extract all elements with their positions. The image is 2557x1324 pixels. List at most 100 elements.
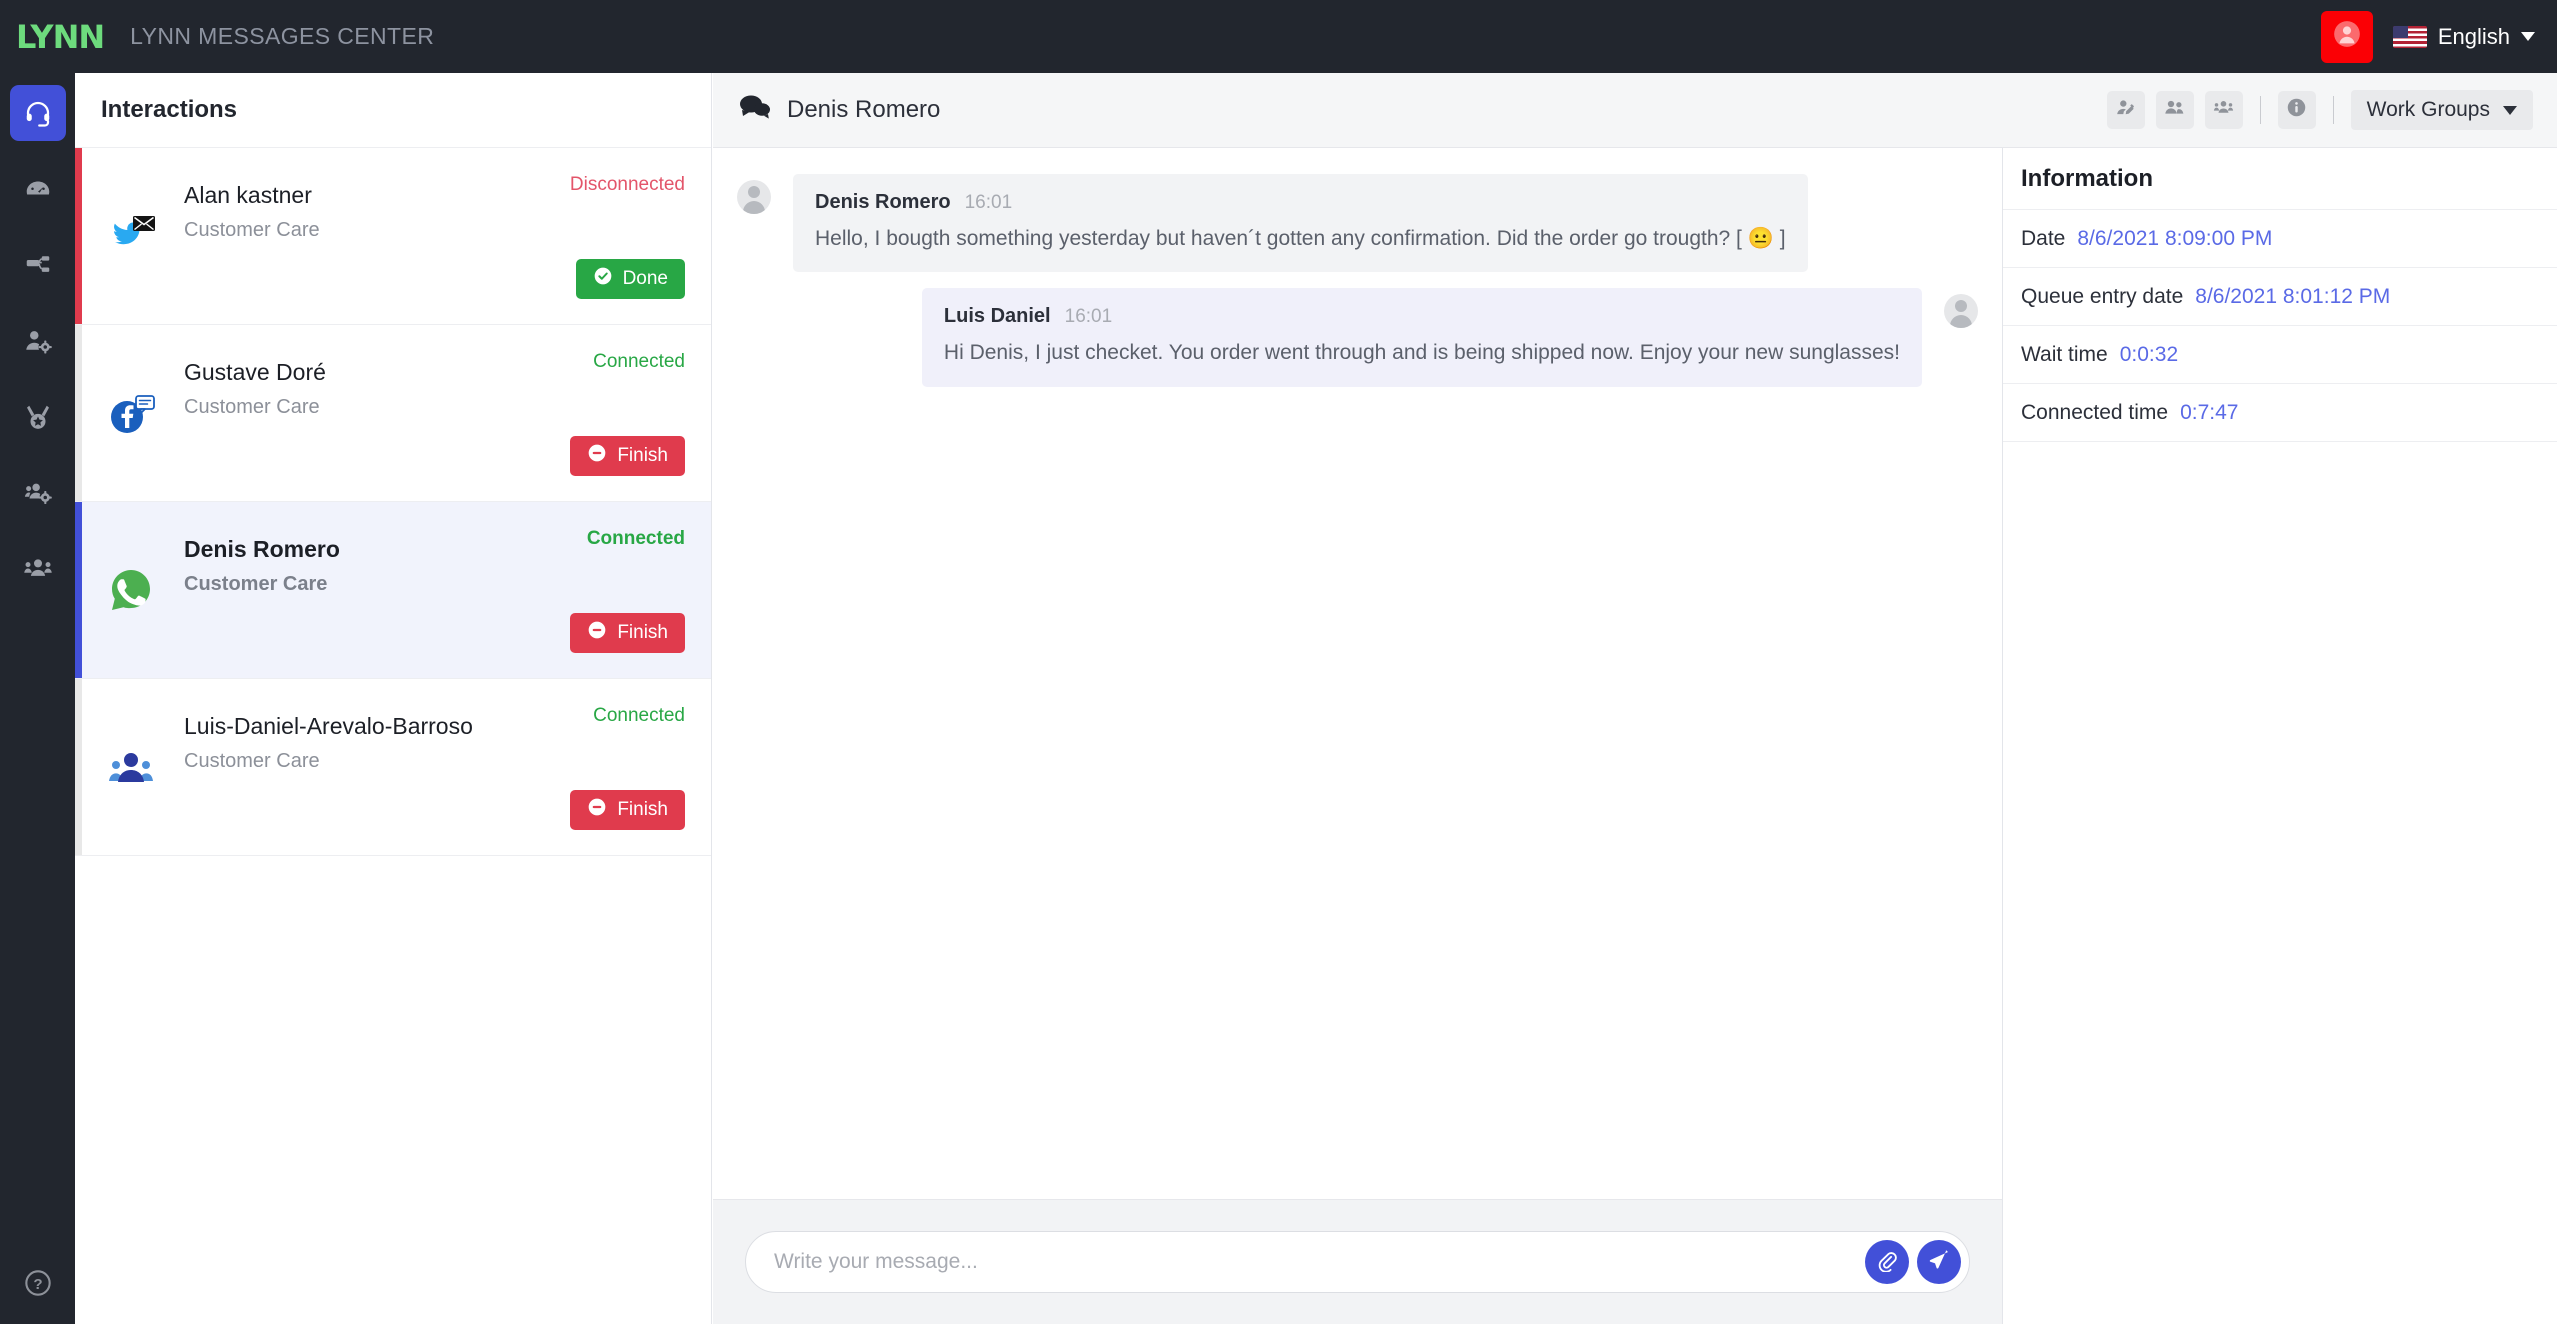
two-users-icon bbox=[2164, 97, 2185, 123]
composer-actions bbox=[1865, 1240, 1961, 1284]
us-flag-icon bbox=[2392, 25, 2427, 48]
app-title: LYNN MESSAGES CENTER bbox=[130, 23, 435, 49]
twitter-dm-icon bbox=[103, 208, 159, 264]
message-meta: Denis Romero 16:01 bbox=[815, 191, 1786, 214]
message-author: Luis Daniel bbox=[943, 305, 1051, 328]
message-bubble: Luis Daniel 16:01 Hi Denis, I just check… bbox=[921, 288, 1922, 387]
status-badge: Disconnected bbox=[569, 174, 685, 195]
finish-button-label: Finish bbox=[617, 622, 668, 643]
sidebar-item-workflows[interactable] bbox=[10, 237, 66, 293]
user-gear-icon bbox=[23, 326, 53, 356]
done-button[interactable]: Done bbox=[575, 259, 685, 299]
list-item-body: Gustave Doré Customer Care bbox=[184, 359, 326, 419]
users-gear-icon bbox=[23, 478, 53, 508]
user-edit-icon bbox=[2115, 97, 2136, 123]
info-value: 0:0:32 bbox=[2119, 342, 2179, 366]
list-item-name: Gustave Doré bbox=[184, 359, 326, 385]
user-group-icon bbox=[2213, 97, 2234, 123]
message-time: 16:01 bbox=[964, 192, 1013, 213]
transfer-button[interactable] bbox=[2155, 91, 2194, 129]
user-circle-icon bbox=[2333, 20, 2361, 53]
done-button-label: Done bbox=[622, 268, 668, 289]
list-item-body: Alan kastner Customer Care bbox=[184, 182, 320, 242]
info-label: Connected time bbox=[2021, 400, 2169, 424]
finish-button-label: Finish bbox=[617, 445, 668, 466]
user-account-button[interactable] bbox=[2320, 10, 2373, 63]
top-bar: LYNN LYNN MESSAGES CENTER English bbox=[0, 0, 2557, 73]
info-row-connected-time: Connected time 0:7:47 bbox=[2003, 384, 2557, 442]
message-text: Hi Denis, I just checket. You order went… bbox=[943, 341, 1900, 365]
work-groups-label: Work Groups bbox=[2366, 98, 2490, 121]
composer-bar bbox=[713, 1199, 2002, 1324]
message-input[interactable] bbox=[774, 1232, 1859, 1292]
message-meta: Luis Daniel 16:01 bbox=[944, 305, 1900, 328]
message-author: Denis Romero bbox=[815, 191, 951, 213]
info-value: 0:7:47 bbox=[2180, 400, 2239, 424]
user-avatar-icon bbox=[737, 180, 771, 214]
information-panel: Information Date 8/6/2021 8:09:00 PM Que… bbox=[2002, 148, 2557, 1324]
list-item[interactable]: Denis Romero Customer Care Connected Fin… bbox=[75, 502, 711, 679]
information-title: Information bbox=[2003, 148, 2557, 210]
list-item-queue: Customer Care bbox=[184, 219, 320, 242]
chat-title: Denis Romero bbox=[739, 93, 940, 128]
top-bar-right: English bbox=[2320, 10, 2557, 63]
sidebar-item-groups-admin[interactable] bbox=[10, 465, 66, 521]
assign-agent-button[interactable] bbox=[2106, 91, 2145, 129]
status-edge bbox=[75, 502, 82, 678]
info-label: Wait time bbox=[2021, 342, 2108, 366]
list-item[interactable]: Alan kastner Customer Care Disconnected … bbox=[75, 148, 711, 325]
lynn-logo[interactable]: LYNN bbox=[16, 21, 105, 53]
list-item-queue: Customer Care bbox=[184, 750, 320, 773]
chat-header: Denis Romero Work Groups bbox=[713, 73, 2557, 148]
list-item-queue: Customer Care bbox=[184, 573, 328, 596]
finish-button[interactable]: Finish bbox=[570, 436, 685, 476]
chat-title-text: Denis Romero bbox=[787, 96, 941, 123]
message-list: Denis Romero 16:01 Hello, I bougth somet… bbox=[713, 148, 2002, 1199]
minus-circle-icon bbox=[587, 797, 607, 823]
user-avatar-icon bbox=[1944, 294, 1978, 329]
users-group-icon bbox=[23, 554, 53, 584]
chat-bubbles-icon bbox=[739, 93, 771, 128]
info-value: 8/6/2021 8:01:12 PM bbox=[2195, 284, 2391, 308]
facebook-messenger-icon bbox=[103, 385, 159, 441]
language-label: English bbox=[2437, 23, 2510, 49]
status-edge bbox=[75, 148, 82, 324]
list-item[interactable]: Gustave Doré Customer Care Connected Fin… bbox=[75, 325, 711, 502]
toolbar-divider bbox=[2259, 96, 2261, 124]
status-badge: Connected bbox=[593, 351, 685, 372]
message-bubble: Denis Romero 16:01 Hello, I bougth somet… bbox=[793, 174, 1808, 273]
panel-title: Interactions bbox=[101, 96, 238, 123]
language-selector[interactable]: English bbox=[2392, 23, 2535, 50]
info-label: Date bbox=[2021, 226, 2066, 250]
finish-button[interactable]: Finish bbox=[570, 613, 685, 653]
interactions-header: Interactions bbox=[75, 73, 711, 148]
info-value: 8/6/2021 8:09:00 PM bbox=[2077, 226, 2273, 250]
help-button[interactable]: ? bbox=[24, 1269, 52, 1302]
finish-button[interactable]: Finish bbox=[570, 790, 685, 830]
teams-group-icon bbox=[103, 739, 159, 795]
conference-button[interactable] bbox=[2204, 91, 2243, 129]
chat-toolbar: Work Groups bbox=[2106, 90, 2557, 130]
attach-button[interactable] bbox=[1865, 1240, 1909, 1284]
info-button[interactable] bbox=[2277, 91, 2316, 129]
info-row-date: Date 8/6/2021 8:09:00 PM bbox=[2003, 210, 2557, 268]
list-item-body: Denis Romero Customer Care bbox=[184, 536, 340, 596]
headset-icon bbox=[23, 98, 53, 128]
sidebar-item-user-admin[interactable] bbox=[10, 313, 66, 369]
sidebar-item-teams[interactable] bbox=[10, 541, 66, 597]
chevron-down-icon bbox=[2521, 32, 2535, 41]
status-edge bbox=[75, 325, 82, 501]
info-row-wait-time: Wait time 0:0:32 bbox=[2003, 326, 2557, 384]
check-circle-icon bbox=[593, 266, 613, 292]
list-item-name: Alan kastner bbox=[184, 182, 312, 208]
sitemap-network-icon bbox=[23, 250, 53, 280]
sidebar-item-dashboard[interactable] bbox=[10, 161, 66, 217]
sidebar-item-interactions[interactable] bbox=[9, 85, 66, 141]
sidebar-item-quality[interactable] bbox=[10, 389, 66, 445]
minus-circle-icon bbox=[587, 620, 607, 646]
composer bbox=[745, 1231, 1970, 1293]
work-groups-dropdown[interactable]: Work Groups bbox=[2350, 90, 2533, 130]
list-item[interactable]: Luis-Daniel-Arevalo-Barroso Customer Car… bbox=[75, 679, 711, 856]
app-root: LYNN LYNN MESSAGES CENTER English ? Inte… bbox=[0, 0, 2557, 1324]
send-button[interactable] bbox=[1917, 1240, 1961, 1284]
